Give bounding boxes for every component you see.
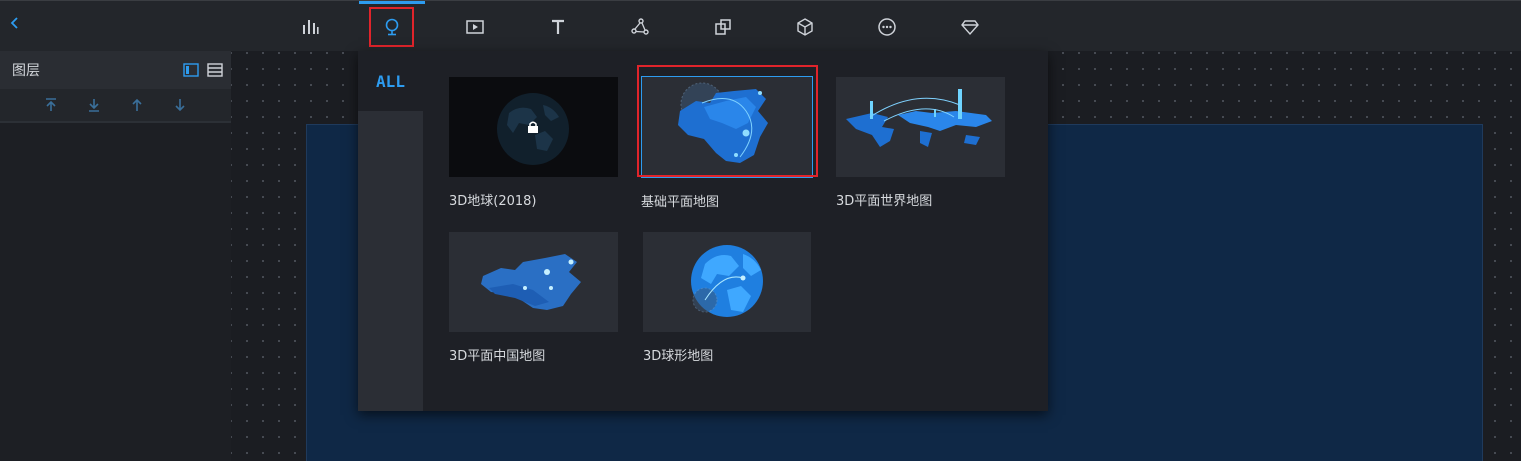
layers-icon[interactable] [700,5,746,49]
component-card-3d-sphere-map[interactable]: 3D球形地图 [643,232,813,364]
card-label: 3D平面世界地图 [836,194,933,209]
map-component-dropdown: ALL 3D地球(2018) 基础平面地图 3D平面世界地图 3D平面中国地图 … [358,51,1048,411]
chart-bars-icon[interactable] [287,5,333,49]
network-icon[interactable] [617,5,663,49]
component-card-3d-earth-2018[interactable]: 3D地球(2018) [449,77,619,209]
cube-icon[interactable] [782,5,828,49]
thumbnail-view-icon[interactable] [183,62,199,78]
card-label: 3D地球(2018) [449,194,537,209]
chevron-left-icon[interactable] [8,13,28,37]
layer-actions [0,89,231,123]
lock-icon [526,119,540,138]
card-label: 3D球形地图 [643,349,714,364]
diamond-icon[interactable] [947,5,993,49]
component-card-3d-flat-world-map[interactable]: 3D平面世界地图 [836,77,1006,209]
layers-panel: 图层 [0,51,231,461]
top-toolbar [0,0,1521,51]
thumbnail [449,232,618,332]
component-card-3d-flat-china-map[interactable]: 3D平面中国地图 [449,232,619,364]
thumbnail [449,77,618,177]
card-label: 3D平面中国地图 [449,349,546,364]
move-to-bottom-icon[interactable] [82,93,106,117]
map-pin-icon[interactable] [359,1,425,49]
thumbnail [643,232,811,332]
media-icon[interactable] [452,5,498,49]
move-down-icon[interactable] [168,93,192,117]
thumbnail [836,77,1005,177]
card-label: 基础平面地图 [641,195,720,210]
list-view-icon[interactable] [207,62,223,78]
category-sidebar: ALL [358,51,423,411]
thumbnail [641,76,813,178]
component-card-basic-flat-map[interactable]: 基础平面地图 [641,76,813,210]
layers-header: 图层 [0,51,231,89]
text-icon[interactable] [535,5,581,49]
more-icon[interactable] [864,5,910,49]
layers-title: 图层 [12,63,40,79]
tab-all[interactable]: ALL [358,51,423,111]
move-to-top-icon[interactable] [39,93,63,117]
move-up-icon[interactable] [125,93,149,117]
